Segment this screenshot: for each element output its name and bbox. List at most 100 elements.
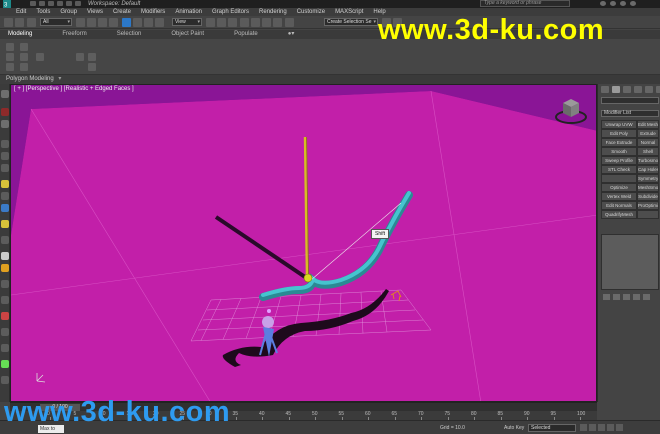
display-tab-icon[interactable] [645, 86, 653, 93]
angle-snap-icon[interactable] [251, 18, 260, 27]
open-file-icon[interactable] [39, 1, 45, 6]
modifier-button[interactable]: Symmetry [637, 174, 659, 183]
modifier-button[interactable]: Turbosmooth [637, 156, 659, 165]
new-file-icon[interactable] [30, 1, 36, 6]
make-unique-icon[interactable] [623, 294, 630, 300]
search-input[interactable]: Type a keyword or phrase [480, 0, 570, 7]
selection-filter-dropdown[interactable]: All ▾ [40, 18, 72, 26]
help-icon[interactable] [630, 1, 636, 6]
modify-tab-icon[interactable] [612, 86, 620, 93]
modify-mode-icon[interactable] [6, 43, 14, 51]
modifier-button[interactable] [601, 174, 637, 183]
tab-freeform[interactable]: Freeform [62, 30, 86, 39]
tool-m-icon[interactable] [1, 264, 9, 272]
poly-mode-icon[interactable] [20, 43, 28, 51]
menu-customize[interactable]: Customize [297, 8, 325, 16]
modifier-button[interactable]: Unwrap UVW [601, 120, 637, 129]
configure-sets-icon[interactable] [643, 294, 650, 300]
remove-modifier-icon[interactable] [633, 294, 640, 300]
menu-edit[interactable]: Edit [16, 8, 26, 16]
redo-icon[interactable] [66, 1, 72, 6]
perspective-viewport[interactable]: [ + ] [Perspective ] [Realistic + Edged … [10, 84, 597, 402]
modifier-button[interactable]: Optimize [601, 183, 637, 192]
menu-create[interactable]: Create [113, 8, 131, 16]
modifier-button[interactable]: STL Check [601, 165, 637, 174]
menu-group[interactable]: Group [60, 8, 77, 16]
tool-j-icon[interactable] [1, 220, 9, 228]
go-to-start-icon[interactable] [580, 424, 587, 431]
object-name-field[interactable] [601, 97, 659, 104]
tool-h-icon[interactable] [1, 192, 9, 200]
keyboard-shortcut-icon[interactable] [228, 18, 237, 27]
modifier-button[interactable]: QuadrifyMesh [601, 210, 637, 219]
tool-t-icon[interactable] [1, 376, 9, 384]
snap-toggle-icon[interactable] [240, 18, 249, 27]
window-crossing-icon[interactable] [109, 18, 118, 27]
tool-n-icon[interactable] [1, 280, 9, 288]
app-logo-icon[interactable]: 3 [3, 0, 11, 8]
show-end-result-icon[interactable] [613, 294, 620, 300]
communication-icon[interactable] [610, 1, 616, 6]
modifier-button[interactable]: Normal [637, 138, 659, 147]
tool-p-icon[interactable] [1, 312, 9, 320]
undo-icon[interactable] [57, 1, 63, 6]
modifier-button[interactable]: MeshSmooth [637, 183, 659, 192]
preserve-uvs-icon[interactable] [36, 53, 44, 61]
tool-k-icon[interactable] [1, 236, 9, 244]
menu-tools[interactable]: Tools [36, 8, 50, 16]
modifier-button[interactable] [637, 210, 659, 219]
menu-views[interactable]: Views [87, 8, 103, 16]
select-object-icon[interactable] [76, 18, 85, 27]
edit-named-sets-icon[interactable] [285, 18, 294, 27]
modifier-button[interactable]: Vertex Weld [601, 192, 637, 201]
collapse-icon[interactable] [76, 53, 84, 61]
tool-o-icon[interactable] [1, 296, 9, 304]
rect-selection-icon[interactable] [98, 18, 107, 27]
menu-maxscript[interactable]: MAXScript [335, 8, 363, 16]
tool-r-icon[interactable] [1, 344, 9, 352]
select-manipulate-icon[interactable] [217, 18, 226, 27]
link-icon[interactable] [27, 18, 36, 27]
tab-populate[interactable]: Populate [234, 30, 258, 39]
polygon-modeling-panel[interactable]: Polygon Modeling ▾ [0, 75, 120, 84]
menu-modifiers[interactable]: Modifiers [141, 8, 165, 16]
favorites-icon[interactable] [620, 1, 626, 6]
motion-tab-icon[interactable] [634, 86, 642, 93]
element-mode-icon[interactable] [20, 53, 28, 61]
key-mode-dropdown[interactable]: Selected [528, 424, 576, 432]
gizmo-center[interactable] [303, 273, 313, 283]
modifier-button[interactable]: Smooth [601, 147, 637, 156]
menu-animation[interactable]: Animation [175, 8, 202, 16]
save-file-icon[interactable] [48, 1, 54, 6]
ribbon-options-icon[interactable]: ●▾ [288, 30, 295, 39]
tool-a-icon[interactable] [1, 90, 9, 98]
menu-rendering[interactable]: Rendering [259, 8, 287, 16]
vertex-mode-icon[interactable] [6, 53, 14, 61]
pin-stack-icon[interactable] [603, 294, 610, 300]
modifier-button[interactable]: Cap Holes [637, 165, 659, 174]
modifier-button[interactable]: Extrude [637, 129, 659, 138]
tool-c-icon[interactable] [1, 120, 9, 128]
modifier-button[interactable]: Edit Normals [601, 201, 637, 210]
tab-modeling[interactable]: Modeling [8, 30, 32, 39]
undo-icon[interactable] [4, 18, 13, 27]
redo-icon[interactable] [15, 18, 24, 27]
percent-snap-icon[interactable] [262, 18, 271, 27]
tool-g-icon[interactable] [1, 180, 9, 188]
play-icon[interactable] [598, 424, 605, 431]
go-to-end-icon[interactable] [616, 424, 623, 431]
viewport-label[interactable]: [ + ] [Perspective ] [Realistic + Edged … [14, 86, 134, 93]
tool-f-icon[interactable] [1, 164, 9, 172]
modifier-button[interactable]: Sweep Profile [601, 156, 637, 165]
pivot-center-icon[interactable] [206, 18, 215, 27]
tab-selection[interactable]: Selection [117, 30, 142, 39]
modifier-button[interactable]: ProOptimizer [637, 201, 659, 210]
select-rotate-icon[interactable] [133, 18, 142, 27]
tool-s-icon[interactable] [1, 360, 9, 368]
tool-i-icon[interactable] [1, 204, 9, 212]
modifier-list-dropdown[interactable]: Modifier List [601, 110, 659, 117]
tool-e-icon[interactable] [1, 152, 9, 160]
named-selection-dropdown[interactable]: Create Selection Se ▾ [324, 18, 378, 26]
select-scale-icon[interactable] [144, 18, 153, 27]
edge-mode-icon[interactable] [6, 63, 14, 71]
